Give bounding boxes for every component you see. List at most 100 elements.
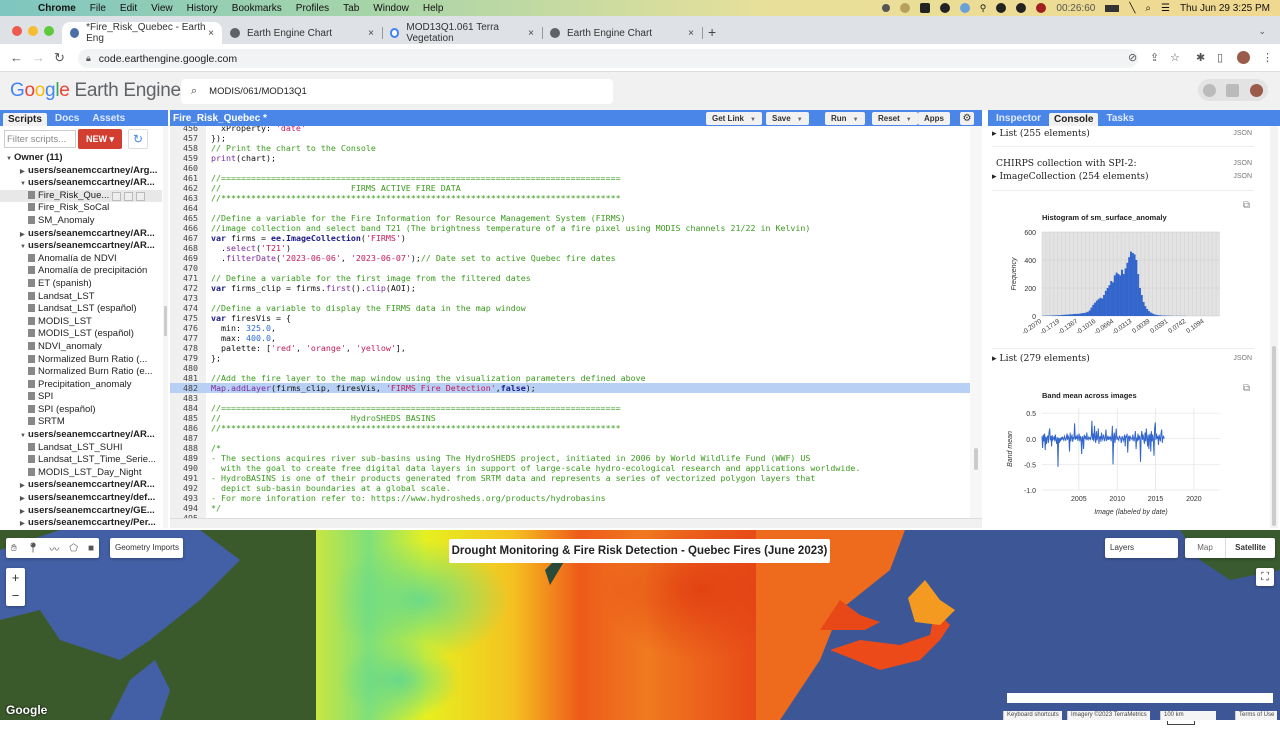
forward-arrow-icon[interactable]: →: [32, 50, 45, 65]
reload-icon[interactable]: ↻: [54, 50, 65, 66]
menu-bookmarks[interactable]: Bookmarks: [232, 3, 282, 14]
marker-icon[interactable]: 📍︎: [27, 543, 40, 554]
fullscreen-button[interactable]: ⛶: [1256, 568, 1274, 586]
scrollbar-thumb[interactable]: [974, 448, 978, 470]
scale-bar[interactable]: 100 km: [1160, 711, 1216, 720]
code-line[interactable]: 477 max: 400.0,: [170, 333, 970, 343]
code-line[interactable]: 461//===================================…: [170, 173, 970, 183]
script-file[interactable]: ET (spanish): [0, 278, 162, 291]
polygon-icon[interactable]: ⬠: [69, 543, 78, 554]
script-file[interactable]: Fire_Risk_Que...: [0, 190, 162, 203]
close-tab-icon[interactable]: ×: [368, 28, 374, 39]
tab-console[interactable]: Console: [1049, 113, 1098, 126]
reset-button[interactable]: Reset▼: [872, 112, 918, 125]
code-line[interactable]: 466//image collection and select band T2…: [170, 223, 970, 233]
chevron-down-icon[interactable]: ▼: [750, 117, 756, 123]
code-line[interactable]: 483: [170, 393, 970, 403]
code-line[interactable]: 479};: [170, 353, 970, 363]
script-folder[interactable]: ▶users/seanemccartney/Per...: [0, 517, 162, 528]
console-list-255[interactable]: ▸ List (255 elements): [992, 128, 1090, 139]
code-line[interactable]: 485// HydroSHEDS BASINS: [170, 413, 970, 423]
code-line[interactable]: 494*/: [170, 503, 970, 513]
script-file[interactable]: SPI: [0, 391, 162, 404]
extensions-icon[interactable]: ✱: [1196, 51, 1205, 64]
menu-profiles[interactable]: Profiles: [296, 3, 329, 14]
sidebar-icon[interactable]: ▯: [1217, 51, 1223, 64]
code-line[interactable]: 460: [170, 163, 970, 173]
code-line[interactable]: 492 depict sub-basin boundaries at a glo…: [170, 483, 970, 493]
script-file[interactable]: Landsat_LST (español): [0, 303, 162, 316]
tab-inspector[interactable]: Inspector: [991, 112, 1046, 125]
caret-right-icon[interactable]: ▶: [20, 166, 28, 178]
code-line[interactable]: 468 .select('T21'): [170, 243, 970, 253]
browser-tab-active[interactable]: *Fire_Risk_Quebec - Earth Eng ×: [62, 22, 222, 44]
code-line[interactable]: 482Map.addLayer(firms_clip, firesVis, 'F…: [170, 383, 970, 393]
status-icon[interactable]: [940, 3, 950, 13]
script-folder[interactable]: ▶users/seanemccartney/GE...: [0, 505, 162, 518]
maximize-window-button[interactable]: [44, 26, 54, 36]
code-line[interactable]: 467var firms = ee.ImageCollection('FIRMS…: [170, 233, 970, 243]
tab-docs[interactable]: Docs: [50, 112, 84, 125]
console-imagecollection[interactable]: ▸ ImageCollection (254 elements): [992, 171, 1149, 182]
share-icon[interactable]: ⇪: [1150, 51, 1159, 64]
code-line[interactable]: 473: [170, 293, 970, 303]
back-arrow-icon[interactable]: ←: [10, 50, 23, 65]
code-line[interactable]: 478 palette: ['red', 'orange', 'yellow']…: [170, 343, 970, 353]
console-list-279[interactable]: ▸ List (279 elements): [992, 353, 1090, 364]
code-line[interactable]: 481//Add the fire layer to the map windo…: [170, 373, 970, 383]
search-input[interactable]: ⌕ MODIS/061/MOD13Q1: [181, 79, 613, 104]
status-icon[interactable]: [996, 3, 1006, 13]
script-file[interactable]: Landsat_LST_SUHI: [0, 442, 162, 455]
json-link[interactable]: JSON: [1233, 173, 1252, 180]
script-file[interactable]: Landsat_LST: [0, 291, 162, 304]
code-line[interactable]: 472var firms_clip = firms.first().clip(A…: [170, 283, 970, 293]
run-button[interactable]: Run▼: [825, 112, 865, 125]
caret-right-icon[interactable]: ▶: [20, 480, 28, 492]
code-line[interactable]: 462// FIRMS ACTIVE FIRE DATA: [170, 183, 970, 193]
chevron-down-icon[interactable]: ▼: [797, 117, 803, 123]
code-line[interactable]: 476 min: 325.0,: [170, 323, 970, 333]
caret-right-icon[interactable]: ▶: [20, 506, 28, 518]
menu-help[interactable]: Help: [423, 3, 444, 14]
layers-button[interactable]: Layers: [1105, 538, 1178, 558]
control-center-icon[interactable]: ☰: [1161, 3, 1170, 14]
code-line[interactable]: 465//Define a variable for the Fire Info…: [170, 213, 970, 223]
wifi-off-icon[interactable]: ╲: [1129, 3, 1135, 14]
help-icon[interactable]: [1203, 84, 1216, 97]
script-file[interactable]: MODIS_LST_Day_Night: [0, 467, 162, 480]
datetime[interactable]: Thu Jun 29 3:25 PM: [1180, 3, 1270, 14]
code-line[interactable]: 463//***********************************…: [170, 193, 970, 203]
menu-window[interactable]: Window: [373, 3, 409, 14]
map-type-satellite[interactable]: Satellite: [1225, 538, 1275, 558]
browser-tab[interactable]: Earth Engine Chart ×: [542, 22, 702, 44]
code-line[interactable]: 456 xProperty: 'date': [170, 126, 970, 133]
tab-assets[interactable]: Assets: [87, 112, 130, 125]
globe-icon[interactable]: [960, 3, 970, 13]
code-line[interactable]: 457});: [170, 133, 970, 143]
status-icon[interactable]: [1016, 3, 1026, 13]
code-line[interactable]: 474//Define a variable to display the FI…: [170, 303, 970, 313]
save-button[interactable]: Save▼: [766, 112, 809, 125]
code-line[interactable]: 491- HydroBASINS is one of their product…: [170, 473, 970, 483]
caret-right-icon[interactable]: ▶: [20, 518, 28, 528]
edit-icon[interactable]: [124, 192, 133, 201]
close-window-button[interactable]: [12, 26, 22, 36]
menu-view[interactable]: View: [151, 3, 173, 14]
script-file[interactable]: Normalized Burn Ratio (e...: [0, 366, 162, 379]
bookmark-star-icon[interactable]: ☆: [1170, 51, 1180, 64]
scrollbar-thumb[interactable]: [1272, 346, 1276, 526]
hand-icon[interactable]: ✋︎: [11, 543, 17, 554]
script-folder[interactable]: ▶users/seanemccartney/AR...: [0, 228, 162, 241]
user-avatar[interactable]: [1250, 84, 1263, 97]
json-link[interactable]: JSON: [1233, 160, 1252, 167]
script-folder[interactable]: ▼users/seanemccartney/AR...: [0, 240, 162, 253]
chevron-down-icon[interactable]: ▼: [906, 117, 912, 123]
caret-right-icon[interactable]: ▶: [20, 229, 28, 241]
earth-engine-logo[interactable]: Google Earth Engine: [10, 80, 181, 102]
code-line[interactable]: 470: [170, 263, 970, 273]
gear-icon[interactable]: ⚙: [960, 112, 974, 125]
map-type-map[interactable]: Map: [1185, 538, 1225, 558]
record-icon[interactable]: [1036, 3, 1046, 13]
key-icon[interactable]: ⚲: [980, 3, 987, 14]
tab-search-chevron-icon[interactable]: ⌄: [1258, 26, 1266, 37]
